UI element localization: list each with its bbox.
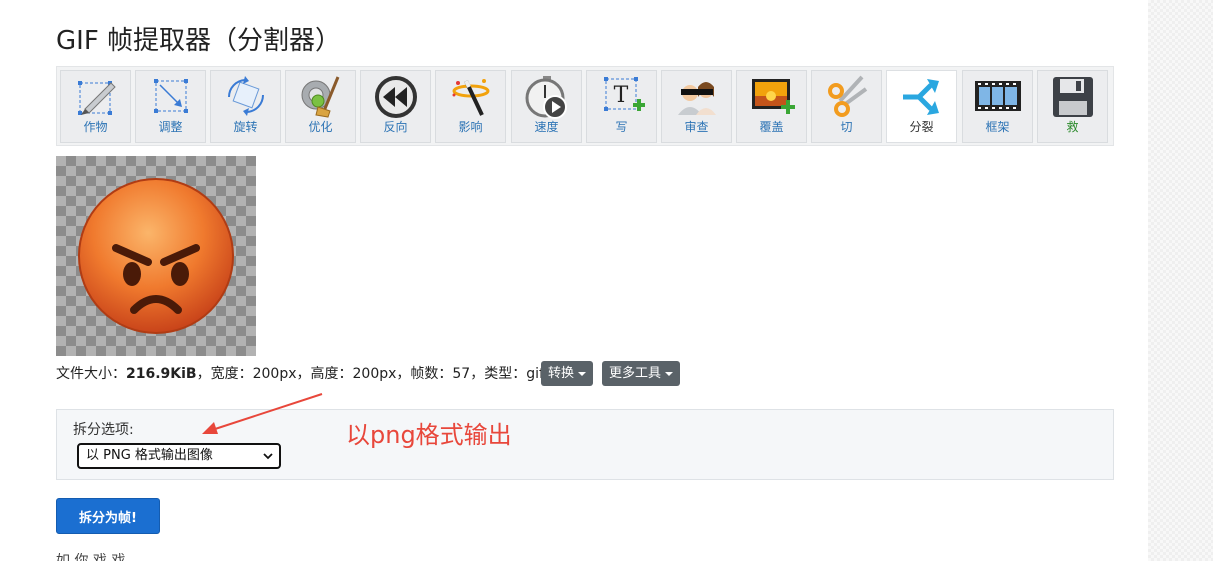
annotation-text: 以png格式输出 (346, 421, 512, 449)
caret-down-icon (665, 371, 674, 376)
svg-text:T: T (613, 83, 628, 108)
tool-label: 覆盖 (759, 120, 784, 134)
cutoff-text: 如 你 戏 戏 (56, 553, 126, 561)
file-size-label: 文件大小： (56, 366, 126, 382)
resize-icon (153, 79, 188, 113)
write-text-icon: T (603, 77, 645, 111)
more-tools-label: 更多工具 (609, 366, 662, 381)
output-format-select[interactable]: 以 PNG 格式输出图像 (77, 443, 281, 469)
tool-label: 优化 (308, 120, 333, 134)
crop-icon (77, 81, 116, 115)
convert-dropdown-button[interactable]: 转换 (541, 361, 594, 386)
split-options-label: 拆分选项: (73, 422, 134, 438)
tool-write[interactable]: T 写 (586, 70, 657, 143)
save-icon (1052, 77, 1093, 117)
reverse-icon (374, 76, 417, 118)
tool-label: 审查 (684, 120, 709, 134)
speed-icon (525, 76, 567, 119)
tool-speed[interactable]: 速度 (511, 70, 582, 143)
tool-reverse[interactable]: 反向 (360, 70, 431, 143)
tool-resize[interactable]: 调整 (135, 70, 206, 143)
file-info: 文件大小：216.9KiB，宽度：200px，高度：200px，帧数：57，类型… (56, 366, 544, 382)
tool-split[interactable]: 分裂 (886, 70, 957, 143)
file-dimensions: ，宽度：200px，高度：200px，帧数：57，类型：gif (196, 366, 544, 382)
split-to-frames-button[interactable]: 拆分为帧! (56, 498, 160, 534)
tool-effects[interactable]: 影响 (435, 70, 506, 143)
output-format-value: 以 PNG 格式输出图像 (86, 448, 213, 463)
tool-label: 写 (615, 120, 628, 134)
overlay-icon (751, 79, 795, 114)
split-icon (902, 79, 939, 115)
page-title: GIF 帧提取器（分割器） (56, 26, 342, 56)
tool-label: 旋转 (233, 120, 258, 134)
tool-label: 作物 (83, 120, 108, 134)
tool-save[interactable]: 救 (1037, 70, 1108, 143)
optimize-icon (301, 76, 339, 118)
tool-label: 分裂 (909, 120, 934, 134)
annotation-arrow-icon (202, 393, 323, 434)
tool-crop[interactable]: 作物 (60, 70, 131, 143)
effects-icon (452, 79, 489, 116)
tool-label: 框架 (985, 120, 1010, 134)
more-tools-dropdown-button[interactable]: 更多工具 (602, 361, 681, 386)
cut-icon (827, 75, 867, 117)
tool-label: 速度 (534, 120, 559, 134)
tool-cut[interactable]: 切 (811, 70, 882, 143)
tool-label: 反向 (383, 120, 408, 134)
tool-label: 救 (1066, 120, 1079, 134)
file-size-value: 216.9KiB (126, 366, 197, 382)
tool-frames[interactable]: 框架 (962, 70, 1033, 143)
toolbar: 作物 调整 旋转 优化 反向 影响 速度 T 写 审查 覆盖 切 分裂 框架 救 (56, 66, 1114, 146)
tool-overlay[interactable]: 覆盖 (736, 70, 807, 143)
angry-face-emoji-icon (78, 178, 234, 334)
frames-icon (974, 81, 1021, 111)
caret-down-icon (578, 371, 587, 376)
tool-label: 切 (840, 120, 853, 134)
tool-label: 影响 (458, 120, 483, 134)
page-margin-pattern (1148, 0, 1213, 561)
chevron-down-icon (263, 453, 273, 460)
tool-censor[interactable]: 审查 (661, 70, 732, 143)
gif-preview (56, 156, 256, 356)
tool-optimize[interactable]: 优化 (285, 70, 356, 143)
censor-icon (677, 82, 716, 115)
convert-label: 转换 (548, 366, 575, 381)
tool-rotate[interactable]: 旋转 (210, 70, 281, 143)
rotate-icon (227, 76, 264, 116)
tool-label: 调整 (158, 120, 183, 134)
